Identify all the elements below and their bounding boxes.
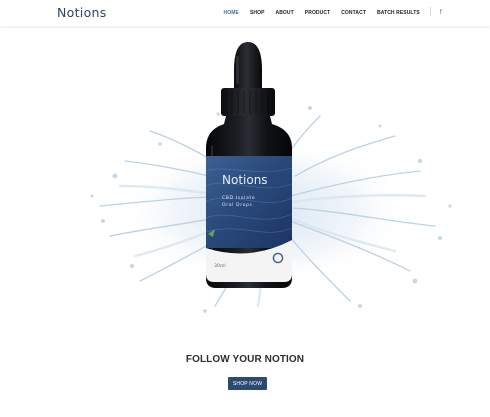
- nav-item-shop[interactable]: SHOP: [250, 10, 265, 16]
- nav-item-contact[interactable]: CONTACT: [341, 10, 366, 16]
- nav-item-about[interactable]: ABOUT: [276, 10, 294, 16]
- hero-section: Notions CBD Isolate Oral Drops 30ml: [0, 26, 490, 326]
- shop-now-button[interactable]: SHOP NOW: [228, 377, 267, 390]
- main-nav: HOME SHOP ABOUT PRODUCT CONTACT BATCH RE…: [213, 7, 442, 16]
- nav-item-batch-results[interactable]: BATCH RESULTS: [377, 10, 420, 16]
- hero-headline: FOLLOW YOUR NOTION: [185, 354, 305, 365]
- label-line2-text: Oral Drops: [222, 202, 253, 208]
- product-bottle: [205, 42, 293, 288]
- brand-logo[interactable]: Notions: [57, 5, 107, 20]
- label-volume-text: 30ml: [214, 263, 226, 269]
- nav-divider: [429, 7, 431, 16]
- hero-image: Notions CBD Isolate Oral Drops 30ml: [90, 42, 452, 313]
- label-brand-text: Notions: [222, 173, 268, 187]
- nav-item-home[interactable]: HOME: [224, 10, 239, 16]
- nav-item-product[interactable]: PRODUCT: [305, 10, 330, 16]
- facebook-icon[interactable]: f: [440, 9, 442, 16]
- top-navigation-bar: Notions HOME SHOP ABOUT PRODUCT CONTACT …: [0, 0, 490, 26]
- label-line1-text: CBD Isolate: [222, 195, 255, 201]
